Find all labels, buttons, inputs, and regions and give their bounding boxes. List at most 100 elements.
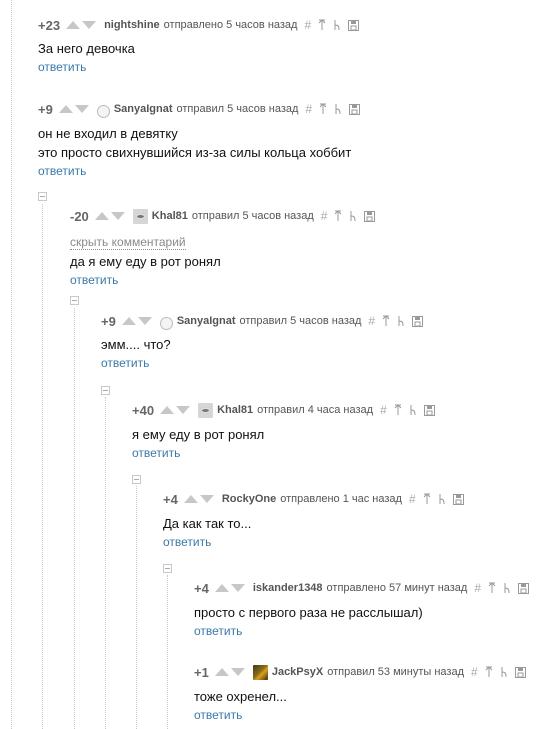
save-icon[interactable] — [452, 493, 464, 505]
vote-up-icon[interactable] — [214, 584, 229, 592]
vote-down-icon[interactable] — [230, 668, 245, 676]
comment-line: это просто свихнувшийся из-за силы кольц… — [38, 145, 352, 160]
hash-icon[interactable]: # — [304, 18, 311, 32]
reply-link[interactable]: ответить — [70, 273, 118, 287]
vote-down-icon[interactable] — [137, 317, 152, 325]
comment-author[interactable]: JackPsyX — [272, 666, 323, 678]
save-icon[interactable] — [349, 103, 361, 115]
comment-tools: # — [304, 18, 360, 32]
comment-text: эмм.... что? — [101, 335, 545, 354]
collapse-thread-button[interactable] — [38, 192, 47, 201]
branch-icon[interactable] — [438, 493, 446, 505]
branch-icon[interactable] — [409, 404, 417, 416]
avatar[interactable] — [198, 402, 214, 418]
vote-up-icon[interactable] — [183, 495, 198, 503]
reply-link[interactable]: ответить — [38, 60, 86, 74]
branch-icon[interactable] — [500, 666, 508, 678]
branch-icon[interactable] — [349, 210, 357, 222]
vote-down-icon[interactable] — [110, 212, 125, 220]
avatar[interactable] — [132, 208, 148, 224]
collapse-thread-button[interactable] — [101, 386, 110, 395]
comment-author[interactable]: iskander1348 — [253, 582, 323, 594]
comment-author[interactable]: Khal81 — [152, 210, 188, 222]
reply-link[interactable]: ответить — [38, 164, 86, 178]
hash-icon[interactable]: # — [471, 665, 478, 679]
comment-author[interactable]: SanyaIgnat — [177, 315, 236, 327]
comment-rating: +9 — [101, 313, 116, 329]
thread-line — [42, 204, 43, 729]
arrow-up-icon[interactable] — [334, 210, 342, 222]
avatar[interactable] — [159, 316, 173, 330]
arrow-up-icon[interactable] — [423, 493, 431, 505]
vote-up-icon[interactable] — [160, 406, 175, 414]
save-icon[interactable] — [348, 19, 360, 31]
comment-rating: +4 — [194, 580, 209, 596]
save-icon[interactable] — [423, 404, 435, 416]
comment-rating: +4 — [163, 491, 178, 507]
hide-comment-link[interactable]: скрыть комментарий — [70, 236, 186, 250]
vote-up-icon[interactable] — [121, 317, 136, 325]
branch-icon[interactable] — [334, 103, 342, 115]
comment-text: Да как так то... — [163, 514, 545, 533]
arrow-up-icon[interactable] — [318, 19, 326, 31]
vote-down-icon[interactable] — [176, 406, 191, 414]
reply-link[interactable]: ответить — [132, 446, 180, 460]
vote-up-icon[interactable] — [94, 212, 109, 220]
hash-icon[interactable]: # — [368, 314, 375, 328]
arrow-up-icon[interactable] — [488, 582, 496, 594]
comment-header: +4 RockyOne отправлено 1 час назад # — [163, 490, 545, 508]
hash-icon[interactable]: # — [321, 209, 328, 223]
comment-text: просто с первого раза не расслышал) — [194, 603, 545, 622]
comment-author[interactable]: Khal81 — [217, 404, 253, 416]
arrow-up-icon[interactable] — [319, 103, 327, 115]
reply-link[interactable]: ответить — [101, 356, 149, 370]
comment-author[interactable]: SanyaIgnat — [114, 103, 173, 115]
save-icon[interactable] — [364, 210, 376, 222]
collapse-thread-button[interactable] — [132, 475, 141, 484]
reply-link[interactable]: ответить — [194, 624, 242, 638]
comment: +9 SanyaIgnat отправил 5 часов назад # о… — [38, 100, 545, 180]
save-icon[interactable] — [518, 582, 530, 594]
branch-icon[interactable] — [397, 315, 405, 327]
comment-header: +1 JackPsyX отправил 53 минуты назад # — [194, 663, 545, 681]
thread-line — [105, 397, 106, 729]
comment-rating: +40 — [132, 402, 155, 418]
hash-icon[interactable]: # — [474, 581, 481, 595]
comment-tools: # — [474, 581, 530, 595]
thread-line — [167, 575, 168, 729]
comment-timestamp: отправил 5 часов назад — [191, 210, 314, 222]
branch-icon[interactable] — [503, 582, 511, 594]
avatar[interactable] — [96, 104, 110, 118]
comment-text: я ему еду в рот ронял — [132, 425, 545, 444]
vote-up-icon[interactable] — [214, 668, 229, 676]
comment-line: просто с первого раза не расслышал) — [194, 605, 423, 620]
save-icon[interactable] — [514, 666, 526, 678]
comment-author[interactable]: nightshine — [104, 19, 160, 31]
vote-down-icon[interactable] — [230, 584, 245, 592]
vote-down-icon[interactable] — [82, 21, 97, 29]
arrow-up-icon[interactable] — [382, 315, 390, 327]
arrow-up-icon[interactable] — [394, 404, 402, 416]
collapse-thread-button[interactable] — [163, 564, 172, 573]
vote-up-icon[interactable] — [58, 105, 73, 113]
reply-link[interactable]: ответить — [194, 708, 242, 722]
vote-down-icon[interactable] — [199, 495, 214, 503]
vote-down-icon[interactable] — [74, 105, 89, 113]
arrow-up-icon[interactable] — [485, 666, 493, 678]
reply-link[interactable]: ответить — [163, 535, 211, 549]
hash-icon[interactable]: # — [305, 102, 312, 116]
comment-header: +9 SanyaIgnat отправил 5 часов назад # — [38, 100, 545, 118]
vote-up-icon[interactable] — [66, 21, 81, 29]
branch-icon[interactable] — [333, 19, 341, 31]
comment-author[interactable]: RockyOne — [222, 493, 276, 505]
comment-line: Да как так то... — [163, 516, 252, 531]
hash-icon[interactable]: # — [380, 403, 387, 417]
save-icon[interactable] — [412, 315, 424, 327]
comment: +40 Khal81 отправил 4 часа назад # я ему… — [132, 401, 545, 462]
collapse-thread-button[interactable] — [70, 296, 79, 305]
comment-timestamp: отправил 5 часов назад — [239, 315, 362, 327]
comment-tools: # — [380, 403, 435, 417]
comment-tools: # — [305, 102, 361, 116]
hash-icon[interactable]: # — [409, 492, 416, 506]
avatar[interactable] — [252, 664, 268, 680]
